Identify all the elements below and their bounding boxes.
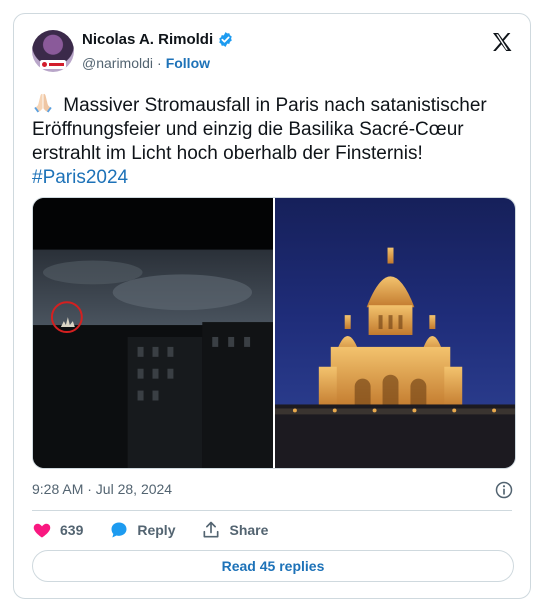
action-bar: 639 Reply Share xyxy=(32,519,294,541)
author-avatar[interactable] xyxy=(32,30,74,72)
reply-label: Reply xyxy=(137,522,176,538)
tweet-card: Nicolas A. Rimoldi @narimoldi · Follow M… xyxy=(13,13,531,599)
avatar-logo-icon xyxy=(40,60,66,69)
tweet-text: Massiver Stromausfall in Paris nach sata… xyxy=(32,92,512,190)
follow-link[interactable]: Follow xyxy=(166,55,210,71)
share-label: Share xyxy=(229,522,269,538)
share-button[interactable]: Share xyxy=(201,519,268,541)
tweet-body: Massiver Stromausfall in Paris nach sata… xyxy=(32,95,487,164)
tweet-timestamp[interactable]: 9:28 AM · Jul 28, 2024 xyxy=(32,481,172,497)
reply-button[interactable]: Reply xyxy=(109,519,175,541)
divider xyxy=(32,510,512,511)
handle-separator: · xyxy=(157,55,162,71)
folded-hands-icon xyxy=(34,93,52,113)
author-name-row: Nicolas A. Rimoldi xyxy=(82,31,234,48)
read-replies-button[interactable]: Read 45 replies xyxy=(32,550,514,582)
author-name[interactable]: Nicolas A. Rimoldi xyxy=(82,31,213,48)
share-upload-icon xyxy=(203,521,219,538)
media-grid xyxy=(32,197,516,469)
reply-bubble-icon xyxy=(111,522,127,538)
verified-badge-icon xyxy=(219,32,232,47)
photo-sacre-coeur[interactable] xyxy=(275,198,515,468)
author-handle[interactable]: @narimoldi xyxy=(82,55,153,71)
blackout-photo-graphic xyxy=(33,198,273,468)
info-icon[interactable] xyxy=(494,480,514,500)
author-handle-row: @narimoldi · Follow xyxy=(82,55,210,71)
heart-icon xyxy=(33,523,51,538)
hashtag-link[interactable]: #Paris2024 xyxy=(32,167,128,188)
like-count: 639 xyxy=(60,522,84,538)
like-button[interactable]: 639 xyxy=(32,519,83,541)
sacre-coeur-photo-graphic xyxy=(275,247,515,468)
x-logo-icon[interactable] xyxy=(490,30,514,54)
photo-paris-blackout[interactable] xyxy=(33,198,273,468)
